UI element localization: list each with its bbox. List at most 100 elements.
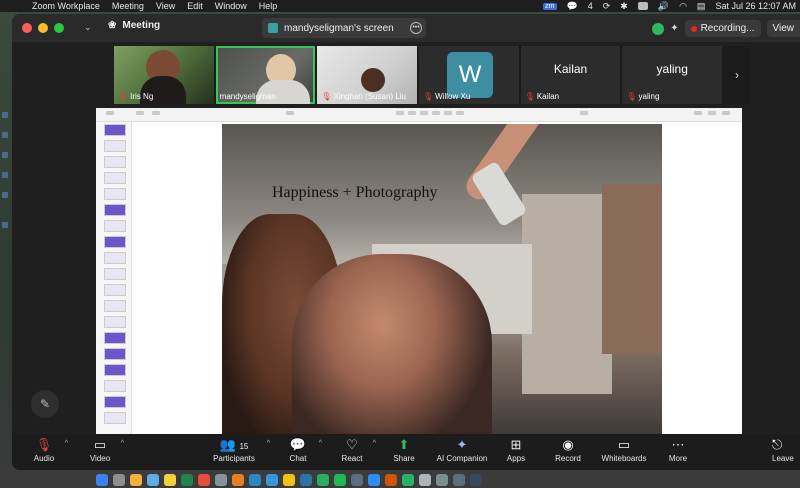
leave-label: Leave: [772, 454, 794, 463]
photos-icon[interactable]: [130, 474, 142, 486]
participants-button[interactable]: 👥 15 Participants ^: [202, 436, 270, 463]
chevron-down-icon[interactable]: ⌄: [84, 22, 92, 33]
messages-icon[interactable]: [317, 474, 329, 486]
chat-button[interactable]: 💬 Chat ^: [268, 436, 328, 463]
ai-companion-button[interactable]: ✦ AI Companion: [430, 436, 494, 463]
wechat-icon[interactable]: 💬: [567, 1, 578, 12]
participant-tile[interactable]: 🎙 Xinghan (Susan) Liu: [317, 46, 418, 104]
participant-name: 🎙 yaling: [626, 92, 660, 101]
apps-button[interactable]: ⊞ Apps: [486, 436, 546, 463]
settings-icon[interactable]: [215, 474, 227, 486]
notes-icon[interactable]: [164, 474, 176, 486]
participant-strip: 🎙 Iris Ng mandyseligman 🎙 Xinghan (Susan) …: [114, 46, 724, 104]
meeting-info-icon: ❀: [108, 20, 117, 31]
control-center-icon[interactable]: ▤: [697, 1, 706, 12]
record-label: Record: [555, 454, 581, 463]
whiteboards-button[interactable]: ▭ Whiteboards: [594, 436, 654, 463]
spotify-icon[interactable]: [334, 474, 346, 486]
menu-app-name[interactable]: Zoom Workplace: [32, 1, 100, 11]
slide-title: Happiness + Photography: [272, 184, 438, 201]
slide-photo-person: [292, 254, 492, 434]
next-page-button[interactable]: ›: [724, 46, 750, 104]
mail-icon[interactable]: [147, 474, 159, 486]
slide-thumbnail: [104, 140, 126, 152]
keynote-icon[interactable]: [232, 474, 244, 486]
flag-icon[interactable]: [637, 2, 648, 10]
desktop-file-icon[interactable]: [2, 222, 8, 228]
format-icon: [694, 111, 702, 115]
close-window-button[interactable]: [22, 23, 32, 33]
zoom-window-button[interactable]: [54, 23, 64, 33]
chevron-up-icon[interactable]: ^: [121, 440, 124, 447]
sync-icon[interactable]: ⟳: [603, 1, 611, 12]
desktop-file-icon[interactable]: [2, 132, 8, 138]
menu-meeting[interactable]: Meeting: [112, 1, 144, 11]
participant-tile[interactable]: yaling 🎙 yaling: [622, 46, 723, 104]
participant-tile[interactable]: W 🎙 Willow Xu: [419, 46, 519, 104]
desktop-file-icon[interactable]: [2, 172, 8, 178]
leave-button[interactable]: ⎋ Leave: [772, 436, 800, 463]
ai-sparkle-icon[interactable]: ✦: [670, 23, 678, 34]
menu-view[interactable]: View: [156, 1, 175, 11]
participant-tile[interactable]: 🎙 Iris Ng: [114, 46, 214, 104]
titlebar-right: ✦ Recording... View: [652, 20, 800, 37]
menu-edit[interactable]: Edit: [187, 1, 203, 11]
menu-window[interactable]: Window: [215, 1, 247, 11]
screen-share-label: mandyseligman's screen: [284, 22, 394, 34]
calendar-icon[interactable]: [198, 474, 210, 486]
annotate-pencil-button[interactable]: ✎: [31, 390, 59, 418]
chart-icon: [408, 111, 416, 115]
zoom-icon[interactable]: [368, 474, 380, 486]
zoom-status-icon[interactable]: zm: [543, 2, 557, 10]
chrome-icon[interactable]: [283, 474, 295, 486]
notification-count: 4: [587, 1, 593, 11]
excel-icon[interactable]: [181, 474, 193, 486]
desktop-file-icon[interactable]: [2, 192, 8, 198]
view-button[interactable]: View: [766, 20, 800, 37]
wechat-icon[interactable]: [402, 474, 414, 486]
app-icon[interactable]: [351, 474, 363, 486]
participant-tile-active-speaker[interactable]: mandyseligman: [215, 46, 316, 104]
desktop-file-icon[interactable]: [2, 152, 8, 158]
clock[interactable]: Sat Jul 26 12:07 AM: [715, 1, 796, 11]
whiteboard-icon: ▭: [617, 437, 631, 452]
desktop-file-icon[interactable]: [2, 112, 8, 118]
menu-help[interactable]: Help: [259, 1, 278, 11]
zoom-icon: [136, 111, 144, 115]
more-button[interactable]: ⋯ More: [648, 436, 708, 463]
share-button[interactable]: ⬆ Share: [374, 436, 434, 463]
app-icon[interactable]: [453, 474, 465, 486]
shared-screen: Happiness + Photography: [96, 108, 742, 434]
minimize-window-button[interactable]: [38, 23, 48, 33]
whiteboards-label: Whiteboards: [601, 454, 647, 463]
volume-icon[interactable]: 🔊: [658, 1, 669, 12]
wifi-icon[interactable]: ◠: [679, 1, 687, 12]
launchpad-icon[interactable]: [113, 474, 125, 486]
screen-share-tab[interactable]: mandyseligman's screen •••: [262, 18, 426, 38]
word-icon[interactable]: [300, 474, 312, 486]
bluetooth-icon[interactable]: ✱: [620, 1, 628, 12]
chevron-up-icon[interactable]: ^: [65, 440, 68, 447]
preview-icon[interactable]: [419, 474, 431, 486]
help-icon[interactable]: [436, 474, 448, 486]
slide-thumbnail: [104, 316, 126, 328]
participant-tile[interactable]: Kailan 🎙 Kailan: [520, 46, 621, 104]
security-shield-icon[interactable]: [652, 22, 665, 35]
app-icon[interactable]: [470, 474, 482, 486]
powerpoint-icon[interactable]: [385, 474, 397, 486]
audio-button[interactable]: 🎙 Audio ^: [14, 436, 74, 463]
react-button[interactable]: ♡ React ^: [322, 436, 382, 463]
record-icon: ◉: [562, 437, 574, 452]
more-options-icon[interactable]: •••: [410, 22, 422, 34]
meeting-tab[interactable]: ❀ Meeting: [108, 20, 160, 31]
safari-icon[interactable]: [266, 474, 278, 486]
video-button[interactable]: ▭ Video ^: [70, 436, 130, 463]
record-button[interactable]: ◉ Record: [538, 436, 598, 463]
ai-sparkle-icon: ✦: [456, 437, 468, 452]
chat-label: Chat: [289, 454, 307, 463]
mic-muted-icon: 🎙: [423, 92, 434, 101]
slide-thumbnail: [104, 188, 126, 200]
app-icon[interactable]: [249, 474, 261, 486]
finder-icon[interactable]: [96, 474, 108, 486]
recording-indicator[interactable]: Recording...: [684, 20, 761, 37]
